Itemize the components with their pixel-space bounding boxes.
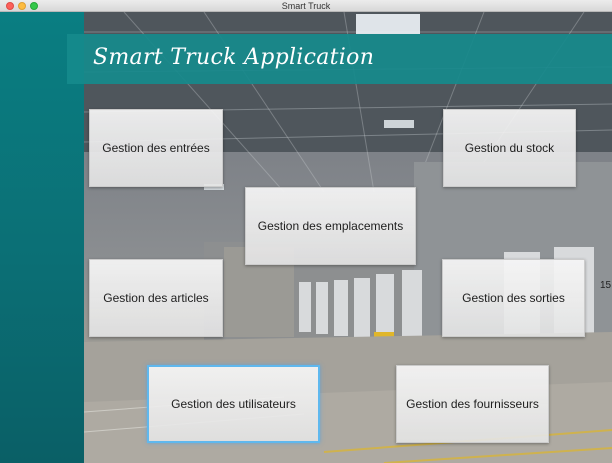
gestion-stock-button[interactable]: Gestion du stock <box>443 109 576 187</box>
gestion-entrees-button[interactable]: Gestion des entrées <box>89 109 223 187</box>
dock-number-15: 15 <box>600 280 612 291</box>
gestion-emplacements-button[interactable]: Gestion des emplacements <box>245 187 416 265</box>
gestion-utilisateurs-button[interactable]: Gestion des utilisateurs <box>147 365 320 443</box>
window-titlebar: Smart Truck <box>0 0 612 12</box>
gestion-articles-button[interactable]: Gestion des articles <box>89 259 223 337</box>
gestion-sorties-button[interactable]: Gestion des sorties <box>442 259 585 337</box>
window-title: Smart Truck <box>281 1 331 11</box>
gestion-fournisseurs-button[interactable]: Gestion des fournisseurs <box>396 365 549 443</box>
app-title: Smart Truck Application <box>93 45 375 70</box>
